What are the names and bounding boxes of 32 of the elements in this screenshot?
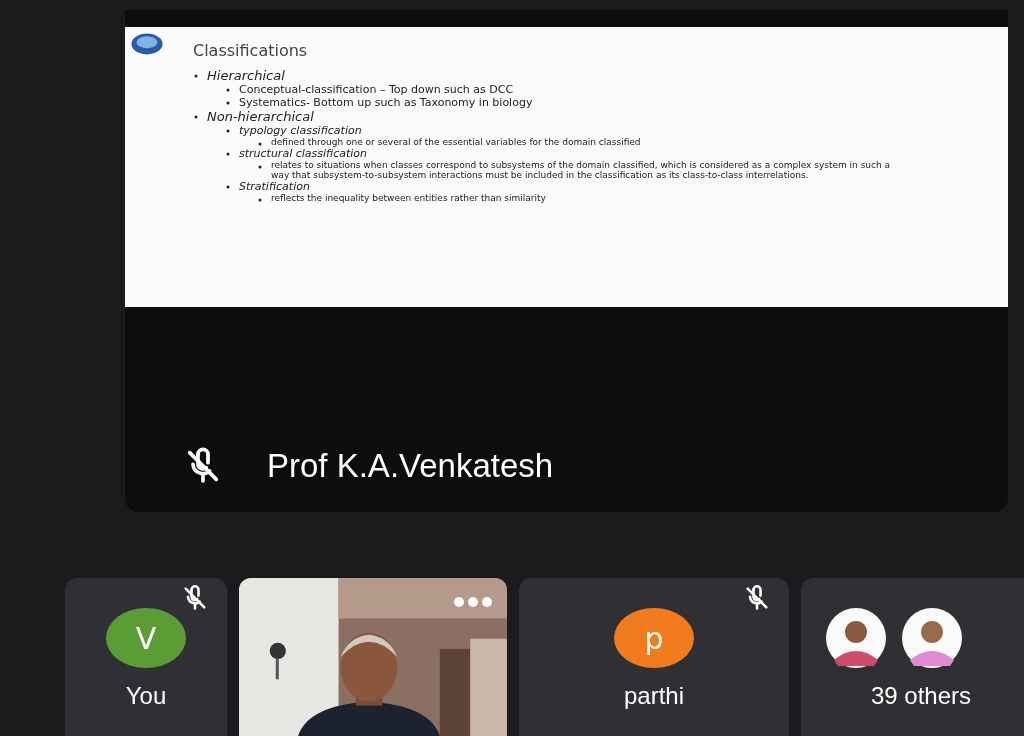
participant-name: You [125, 682, 167, 710]
more-options-icon[interactable] [453, 596, 493, 608]
slide-bullet: typology classification [239, 124, 362, 137]
slide-bullet: Stratification [239, 180, 310, 193]
avatar-initial: p [644, 620, 664, 656]
participant-name: 39 others [870, 682, 972, 710]
bullet-icon [193, 73, 199, 80]
slide-bullet: reflects the inequality between entities rather than similarity [271, 193, 546, 203]
slide-bullet: structural classification [239, 147, 367, 160]
bullet-icon [225, 100, 231, 107]
bullet-icon [257, 163, 263, 170]
slide-bullet: Non-hierarchical [207, 109, 314, 124]
slide-title: Classifications [193, 41, 309, 60]
slide-bullet: defined through one or several of the essential variables for the domain classified [271, 137, 641, 147]
bullet-icon [225, 151, 231, 158]
bullet-icon [257, 140, 263, 147]
globe-icon [129, 31, 165, 57]
participant-tile[interactable]: p parthi [519, 578, 789, 736]
bullet-icon [225, 87, 231, 94]
avatar-initial: V [135, 620, 157, 656]
slide-bullet: Conceptual-classification – Top down such as DCC [239, 83, 514, 96]
bullet-icon [225, 128, 231, 135]
slide-bullet: relates to situations when classes correspond to subsystems of the domain classified, which is considered as a complex system in such a way that subsystem-to-subsystem interactions must be included in the classification as its class-to-class interrelations. [271, 160, 892, 180]
participant-tile[interactable]: V You [65, 578, 227, 736]
participant-name: parthi [623, 682, 684, 710]
bullet-icon [193, 114, 199, 121]
bullet-icon [257, 196, 263, 203]
participant-tile[interactable]: 39 others [801, 578, 1024, 736]
bullet-icon [225, 184, 231, 191]
slide-bullet: Hierarchical [207, 68, 285, 83]
presenter-name: Prof K.A.Venkatesh [267, 447, 554, 485]
slide-bullet: Systematics- Bottom up such as Taxonomy in biology [239, 96, 533, 109]
